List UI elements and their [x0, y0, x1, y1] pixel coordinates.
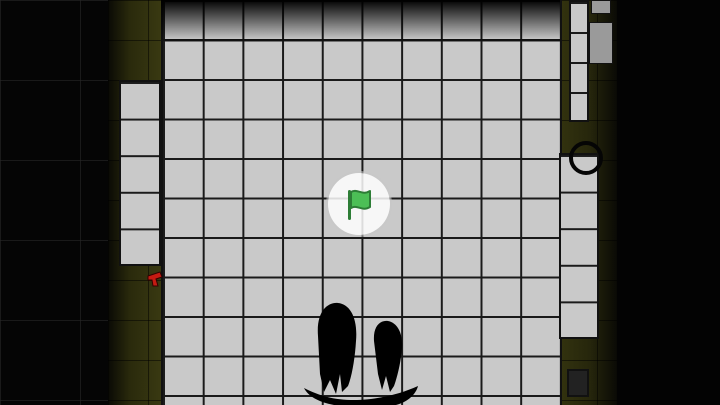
right-tile-panel	[559, 153, 599, 339]
start-flag-button[interactable]	[328, 173, 390, 235]
game-stage	[0, 0, 720, 405]
floor-top-shadow	[161, 0, 560, 40]
left-tile-panel	[119, 80, 161, 266]
red-marker-icon	[147, 271, 163, 287]
floor-hatch	[567, 369, 589, 397]
top-right-tile-strip	[569, 0, 589, 122]
floor-top-edge	[161, 39, 560, 41]
green-flag-icon	[348, 189, 371, 220]
wall-props	[589, 0, 613, 70]
outer-darkness-right	[612, 0, 720, 405]
shadow-creature-sprite	[304, 302, 418, 405]
wall-ring-icon	[569, 141, 603, 175]
